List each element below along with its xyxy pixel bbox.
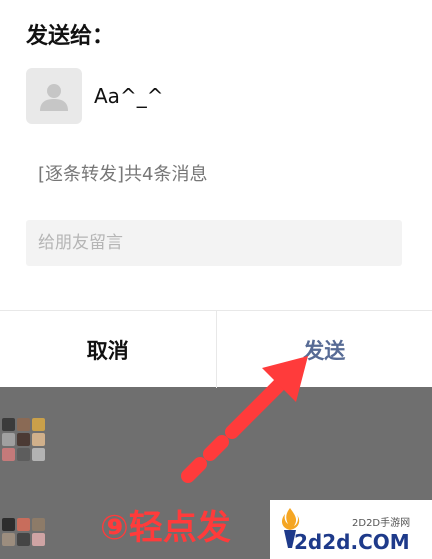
- watermark-site-name: 2D2D手游网: [352, 518, 411, 529]
- step-instruction-label: ⑨轻点发: [100, 508, 231, 548]
- tutorial-arrow-icon: [181, 356, 308, 483]
- watermark-domain: 2d2d.COM: [294, 530, 410, 554]
- site-watermark: 2D2D手游网 2d2d.COM: [270, 500, 432, 559]
